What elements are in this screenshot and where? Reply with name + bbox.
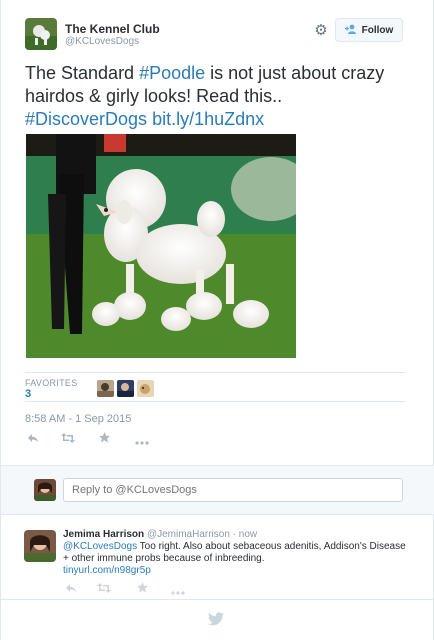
retweet-icon[interactable] (61, 432, 75, 446)
hashtag-link[interactable]: #DiscoverDogs (25, 109, 147, 129)
tweet-photo[interactable] (26, 134, 296, 358)
favoriter-avatar[interactable] (137, 380, 154, 397)
reply-actions (63, 582, 223, 598)
reply-icon[interactable] (65, 582, 77, 596)
reply-separator: · (232, 529, 237, 540)
author-handle[interactable]: @KCLovesDogs (65, 36, 139, 47)
tweet-text: The Standard #Poodle is not just about c… (25, 62, 415, 131)
author-name[interactable]: The Kennel Club (65, 22, 160, 36)
twitter-bird-icon[interactable] (208, 612, 224, 626)
favorites-count[interactable]: 3 (25, 388, 31, 400)
follow-label: Follow (361, 24, 394, 36)
current-user-avatar (34, 479, 56, 501)
mention-link[interactable]: @KCLovesDogs (63, 541, 137, 552)
star-icon[interactable] (137, 582, 148, 596)
reply-url-link[interactable]: tinyurl.com/n98gr5p (63, 565, 151, 576)
reply-box (1, 465, 434, 515)
tweet-embed: The Kennel Club @KCLovesDogs ⚙ Follow Th… (0, 0, 434, 640)
favoriter-avatar[interactable] (97, 380, 114, 397)
tweet-actions (25, 432, 185, 448)
reply-icon[interactable] (27, 432, 39, 446)
reply-author-handle[interactable]: @JemimaHarrison (147, 529, 230, 540)
reply-input[interactable] (63, 478, 403, 502)
url-link[interactable]: bit.ly/1huZdnx (152, 109, 264, 129)
more-icon[interactable] (135, 434, 149, 448)
reply-text: @KCLovesDogs Too right. Also about sebac… (63, 541, 413, 577)
tweet-stats: FAVORITES 3 (25, 372, 405, 402)
favoriter-avatar[interactable] (117, 380, 134, 397)
add-user-icon (344, 24, 357, 37)
author-avatar[interactable] (25, 18, 57, 50)
retweet-icon[interactable] (97, 582, 111, 596)
favorites-label: FAVORITES (25, 378, 78, 388)
tweet-header: The Kennel Club @KCLovesDogs ⚙ Follow (25, 18, 405, 52)
gear-icon[interactable]: ⚙ (313, 23, 329, 39)
reply-time[interactable]: now (239, 529, 257, 540)
reply-header: Jemima Harrison @JemimaHarrison · now (63, 529, 257, 540)
tweet-text-part: The Standard (25, 63, 140, 83)
reply-author-name[interactable]: Jemima Harrison (63, 529, 144, 540)
hashtag-link[interactable]: #Poodle (139, 63, 205, 83)
follow-button[interactable]: Follow (335, 18, 403, 42)
more-icon[interactable] (171, 584, 185, 598)
reply-author-avatar[interactable] (24, 530, 56, 562)
star-icon[interactable] (99, 432, 110, 446)
tweet-timestamp[interactable]: 8:58 AM - 1 Sep 2015 (25, 413, 131, 425)
